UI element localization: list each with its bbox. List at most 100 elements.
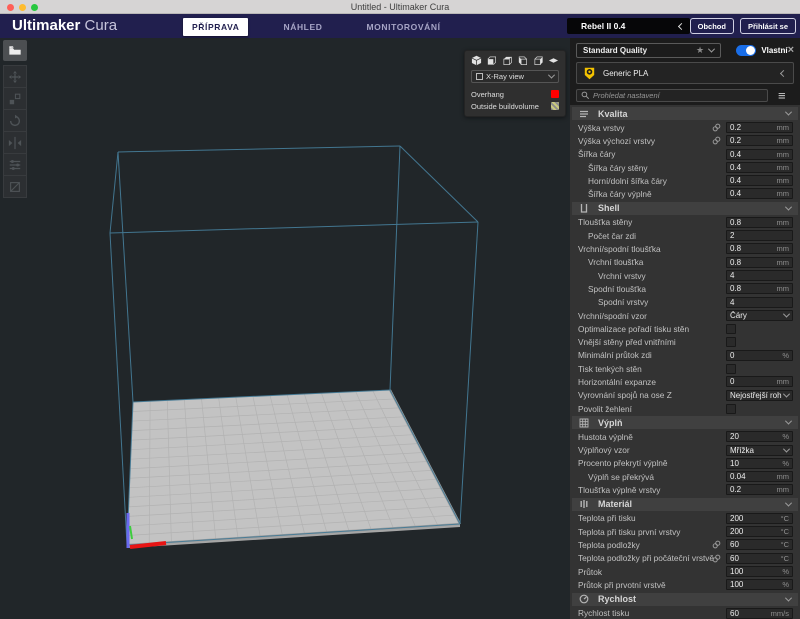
link-icon [712,123,722,133]
setting-value: 20 [730,432,780,441]
tab-prepare[interactable]: PŘÍPRAVA [183,18,248,36]
settings-header: Standard Quality ★ Vlastní × Generic [570,38,800,105]
setting-value-field[interactable]: 0.8 mm [726,217,793,228]
profile-dropdown[interactable]: Standard Quality ★ [576,43,721,58]
setting-value-field[interactable]: 200 °C [726,526,793,537]
open-file-button[interactable] [3,40,27,61]
setting-value-field[interactable]: Mřížka [726,445,793,456]
setting-value-field[interactable]: 60 mm/s [726,608,793,619]
setting-value-field[interactable]: 0.2 mm [726,135,793,146]
setting-value-field[interactable]: Nejostřejší roh [726,390,793,401]
setting-value-field[interactable]: 0.4 mm [726,175,793,186]
setting-value: 0.4 [730,176,775,185]
star-icon: ★ [696,46,704,55]
view-left-icon[interactable] [517,55,528,66]
section-speed[interactable]: Rychlost [572,593,798,606]
search-input[interactable] [593,91,763,100]
setting-value: 0 [730,377,775,386]
setting-unit: mm [777,150,790,159]
setting-value-field[interactable]: 0.8 mm [726,283,793,294]
scale-tool-button[interactable] [3,87,27,110]
tab-monitor[interactable]: MONITOROVÁNÍ [357,18,449,36]
section-material[interactable]: Materiál [572,498,798,511]
setting-label: Teplota podložky [576,540,640,550]
settings-filter-menu-icon[interactable]: ≡ [778,89,786,102]
setting-row: Spodní tloušťka 0.8 mm [570,282,800,295]
chevron-down-icon [783,390,790,397]
setting-checkbox[interactable] [726,404,736,414]
section-shell[interactable]: Shell [572,202,798,215]
setting-value-field[interactable]: 0.2 mm [726,122,793,133]
setting-label: Horizontální expanze [576,377,656,387]
setting-row: Horizontální expanze 0 mm [570,375,800,388]
setting-row: Průtok při prvotní vrstvě 100 % [570,578,800,591]
setting-value-field[interactable]: 0.4 mm [726,188,793,199]
setting-value-field[interactable]: Čáry [726,310,793,321]
setting-value-field[interactable]: 200 °C [726,513,793,524]
setting-checkbox[interactable] [726,324,736,334]
chevron-down-icon [785,203,792,210]
setting-value-field[interactable]: 60 °C [726,539,793,550]
custom-settings-toggle[interactable] [736,45,756,56]
setting-value-field[interactable]: 0 mm [726,376,793,387]
setting-value-field[interactable]: 10 % [726,458,793,469]
setting-value-field[interactable]: 4 [726,270,793,281]
setting-value-field[interactable]: 2 [726,230,793,241]
setting-value-field[interactable]: 0.4 mm [726,162,793,173]
setting-value: 100 [730,567,780,576]
view-3d-icon[interactable] [471,55,482,66]
minimize-window-button[interactable] [19,4,26,11]
view-right-icon[interactable] [533,55,544,66]
material-name: Generic PLA [603,69,773,78]
setting-unit: mm [777,123,790,132]
zoom-window-button[interactable] [31,4,38,11]
setting-row: Šířka čáry stěny 0.4 mm [570,161,800,174]
tab-preview[interactable]: NÁHLED [274,18,331,36]
close-icon[interactable]: × [788,45,794,56]
setting-value-field[interactable]: 4 [726,297,793,308]
setting-value-field[interactable]: 100 % [726,566,793,577]
setting-label: Teplota podložky při počáteční vrstvě [576,553,714,563]
setting-value-field[interactable]: 0.8 mm [726,257,793,268]
marketplace-button[interactable]: Obchod [690,18,734,34]
setting-value-field[interactable]: 0.2 mm [726,484,793,495]
setting-checkbox[interactable] [726,337,736,347]
sign-in-button[interactable]: Přihlásit se [740,18,796,34]
setting-row: Spodní vrstvy 4 [570,296,800,309]
printer-selector[interactable]: Rebel II 0.4 [567,18,690,34]
setting-unit: °C [781,527,789,536]
chevron-down-icon [785,499,792,506]
setting-value-field[interactable]: 20 % [726,431,793,442]
legend-swatch [551,102,559,110]
per-model-settings-tool-button[interactable] [3,153,27,176]
setting-checkbox[interactable] [726,364,736,374]
setting-value-field[interactable]: 0 % [726,350,793,361]
close-window-button[interactable] [7,4,14,11]
extruder-material-row[interactable]: Generic PLA [576,62,794,84]
window-title: Untitled - Ultimaker Cura [351,2,450,12]
setting-value-field[interactable]: 0.8 mm [726,243,793,254]
setting-value-field[interactable]: 0.4 mm [726,149,793,160]
setting-value-field[interactable]: 0.04 mm [726,471,793,482]
render-mode-dropdown[interactable]: X-Ray view [471,70,559,83]
section-infill[interactable]: Výplň [572,416,798,429]
mirror-tool-button[interactable] [3,131,27,154]
move-tool-button[interactable] [3,65,27,88]
view-top-icon[interactable] [502,55,513,66]
setting-label: Vrchní/spodní vzor [576,311,647,321]
section-quality[interactable]: Kvalita [572,107,798,120]
setting-label: Teplota při tisku první vrstvy [576,527,680,537]
section-label: Kvalita [598,109,786,119]
setting-value: 0.4 [730,163,775,172]
setting-row: Povolit žehlení [570,402,800,415]
setting-value-field[interactable]: 60 °C [726,553,793,564]
setting-value-field[interactable]: 100 % [726,579,793,590]
setting-value: 200 [730,527,779,536]
setting-value: Mřížka [730,446,782,455]
view-bottom-icon[interactable] [548,55,559,66]
search-box[interactable] [576,89,768,102]
support-blocker-tool-button[interactable] [3,175,27,198]
rotate-tool-button[interactable] [3,109,27,132]
view-front-icon[interactable] [486,55,497,66]
setting-label: Teplota při tisku [576,513,636,523]
